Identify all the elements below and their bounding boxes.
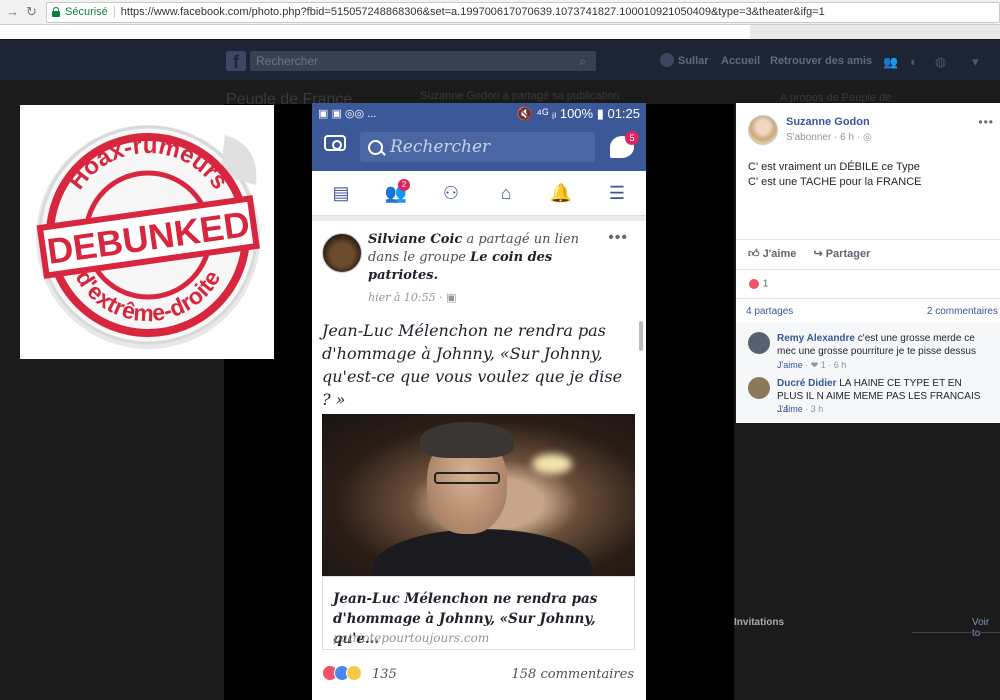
marketplace-tab-icon[interactable]: ⌂ <box>491 179 521 207</box>
messenger-badge: 5 <box>625 131 639 145</box>
profile-avatar[interactable] <box>660 53 674 67</box>
app-tab-bar: ▤ 👥 2 ⚇ ⌂ 🔔 ☰ <box>312 171 646 216</box>
panel-actions: 👍︎ J'aime ↪ Partager <box>748 247 870 260</box>
divider <box>912 632 1000 633</box>
shared-notice: Suzanne Godon a partagé sa publication <box>420 90 620 102</box>
like-icon[interactable]: 👍︎ <box>748 248 760 260</box>
reaction-icons[interactable] <box>322 665 362 686</box>
phone-status-bar: ▣ ▣ ◎◎ ... 🔇 ⁴ᴳ ᵢₗ 100% ▮ 01:25 <box>312 103 646 125</box>
panel-author-name[interactable]: Suzanne Godon <box>786 116 870 128</box>
post-options-icon[interactable]: ••• <box>608 229 628 247</box>
messages-icon[interactable]: ◐ <box>910 54 918 69</box>
comment-avatar[interactable] <box>748 377 770 399</box>
notifications-icon[interactable]: ◍ <box>935 54 946 70</box>
shares-link[interactable]: 4 partages <box>746 306 793 317</box>
comment-meta: J'aime · 3 h <box>777 404 823 414</box>
comment-meta-text: · 3 h <box>805 404 824 414</box>
comment-meta: J'aime · ❤ 1 · 6 h <box>777 360 846 371</box>
account-menu-icon[interactable]: ▾ <box>972 54 979 70</box>
app-search-icon <box>368 140 383 155</box>
comment-author[interactable]: Remy Alexandre <box>777 333 855 344</box>
share-icon[interactable]: ↪ <box>813 248 822 260</box>
haha-reaction-icon <box>346 665 362 681</box>
post-author-name[interactable]: Silviane Coic <box>368 232 462 247</box>
panel-options-icon[interactable]: ••• <box>978 115 994 129</box>
facebook-logo-icon[interactable]: f <box>226 51 246 72</box>
feed-post: Silviane Coic a partagé un lien dans le … <box>312 221 646 700</box>
comments-link[interactable]: 2 commentaires <box>927 306 998 317</box>
status-right-info: 🔇 ⁴ᴳ ᵢₗ 100% ▮ 01:25 <box>516 106 640 121</box>
post-author-avatar[interactable] <box>322 233 362 273</box>
share-button[interactable]: Partager <box>826 248 871 260</box>
panel-subscribe-meta[interactable]: S'abonner · 6 h · ◎ <box>786 132 872 143</box>
see-all-link[interactable]: Voir to <box>972 617 1000 639</box>
news-feed-tab-icon[interactable]: ▤ <box>326 179 356 207</box>
lock-icon <box>52 7 60 17</box>
nav-home-link[interactable]: Accueil <box>721 55 760 67</box>
comment-avatar[interactable] <box>748 332 770 354</box>
post-link-image[interactable] <box>322 414 635 576</box>
comment-author[interactable]: Ducré Didier <box>777 378 836 389</box>
post-timestamp[interactable]: hier à 10:55 · ▣ <box>368 291 457 304</box>
invitations-heading: Invitations <box>734 617 785 628</box>
browser-toolbar: → ↻ Sécurisé https://www.facebook.com/pho… <box>0 0 1000 25</box>
facebook-search-input[interactable]: Rechercher ⌕ <box>250 51 596 71</box>
facebook-search-placeholder: Rechercher <box>256 54 319 68</box>
phone-scrollbar <box>639 321 643 351</box>
post-header: Silviane Coic a partagé un lien dans le … <box>368 231 608 285</box>
camera-icon[interactable] <box>324 135 346 151</box>
reaction-count[interactable]: 135 <box>372 667 397 682</box>
like-button[interactable]: J'aime <box>763 248 797 260</box>
app-search-placeholder: Rechercher <box>390 137 491 157</box>
panel-post-line-2: C' est une TACHE pour la FRANCE <box>748 176 922 188</box>
back-arrow-icon[interactable]: → <box>6 4 19 19</box>
post-text: Jean-Luc Mélenchon ne rendra pas d'homma… <box>322 321 623 409</box>
panel-post-text: C' est vraiment un DÉBILE ce Type C' est… <box>748 160 921 190</box>
address-bar[interactable]: Sécurisé https://www.facebook.com/photo.p… <box>46 2 1000 23</box>
panel-post-line-1: C' est vraiment un DÉBILE ce Type <box>748 161 920 173</box>
comment-item: Remy Alexandre c'est une grosse merde ce… <box>777 332 989 358</box>
debunked-stamp-graphic: Hoax-rumeurs d'extrême-droite DEBUNKED <box>36 125 260 349</box>
panel-reactions[interactable]: 1 <box>748 278 768 290</box>
friends-badge: 2 <box>398 179 410 191</box>
comment-meta-text: · ❤ 1 · 6 h <box>805 360 847 370</box>
secure-indicator[interactable]: Sécurisé <box>47 6 115 18</box>
comment-like-link[interactable]: J'aime <box>777 360 803 370</box>
notifications-tab-icon[interactable]: 🔔 <box>546 179 576 207</box>
comment-count[interactable]: 158 commentaires <box>512 667 634 682</box>
nav-find-friends-link[interactable]: Retrouver des amis <box>770 55 872 67</box>
link-preview-domain: patriotepourtoujours.com <box>333 631 490 645</box>
comment-like-link[interactable]: J'aime <box>777 404 803 414</box>
app-search-input[interactable]: Rechercher <box>360 132 595 162</box>
panel-reaction-count: 1 <box>762 278 769 290</box>
phone-screenshot: ▣ ▣ ◎◎ ... 🔇 ⁴ᴳ ᵢₗ 100% ▮ 01:25 Recherch… <box>312 103 646 700</box>
panel-author-avatar[interactable] <box>748 115 778 145</box>
link-preview[interactable]: Jean-Luc Mélenchon ne rendra pas d'homma… <box>322 576 635 650</box>
photo-comments-panel: Suzanne Godon S'abonner · 6 h · ◎ ••• C'… <box>736 103 1000 423</box>
menu-tab-icon[interactable]: ☰ <box>602 179 632 207</box>
divider <box>736 239 1000 240</box>
angry-reaction-icon <box>748 278 760 290</box>
friend-requests-icon[interactable]: 👥 <box>883 55 898 69</box>
nav-profile-link[interactable]: Sullar <box>678 55 709 67</box>
facebook-app-header: Rechercher 5 <box>312 125 646 171</box>
divider <box>736 298 1000 299</box>
search-icon[interactable]: ⌕ <box>579 51 586 71</box>
url-text[interactable]: https://www.facebook.com/photo.php?fbid=… <box>121 6 825 18</box>
secure-label: Sécurisé <box>65 6 108 18</box>
status-left-icons: ▣ ▣ ◎◎ ... <box>318 108 377 120</box>
debunked-stamp: Hoax-rumeurs d'extrême-droite DEBUNKED <box>20 105 274 359</box>
groups-tab-icon[interactable]: ⚇ <box>436 179 466 207</box>
divider <box>736 269 1000 270</box>
bookmarks-strip-right <box>750 25 1000 39</box>
bookmarks-strip <box>0 25 750 39</box>
reload-icon[interactable]: ↻ <box>26 4 37 20</box>
